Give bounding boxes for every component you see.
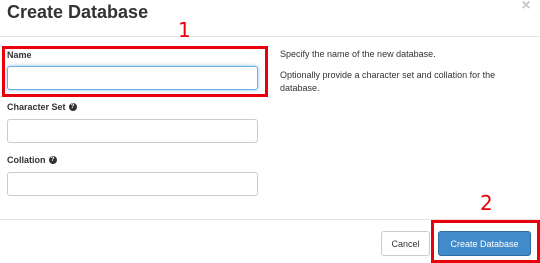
character-set-input[interactable] (7, 119, 258, 143)
character-set-label-text: Character Set (7, 102, 66, 112)
collation-label-text: Collation (7, 155, 46, 165)
character-set-help-icon[interactable]: ? (68, 103, 77, 111)
header-divider (0, 36, 540, 37)
annotation-number-1: 1 (178, 18, 191, 42)
character-set-label: Character Set ? (7, 102, 77, 112)
annotation-box-2 (431, 220, 540, 263)
annotation-box-1 (2, 46, 268, 97)
close-icon[interactable]: × (518, 0, 534, 14)
help-text-optional: Optionally provide a character set and c… (280, 70, 496, 93)
collation-help-icon[interactable]: ? (48, 156, 57, 164)
annotation-number-2: 2 (480, 191, 493, 215)
collation-input[interactable] (7, 172, 258, 196)
cancel-button[interactable]: Cancel (381, 231, 430, 256)
dialog-title: Create Database (7, 2, 149, 22)
help-text-name: Specify the name of the new database. (280, 49, 436, 59)
collation-label: Collation ? (7, 155, 57, 165)
